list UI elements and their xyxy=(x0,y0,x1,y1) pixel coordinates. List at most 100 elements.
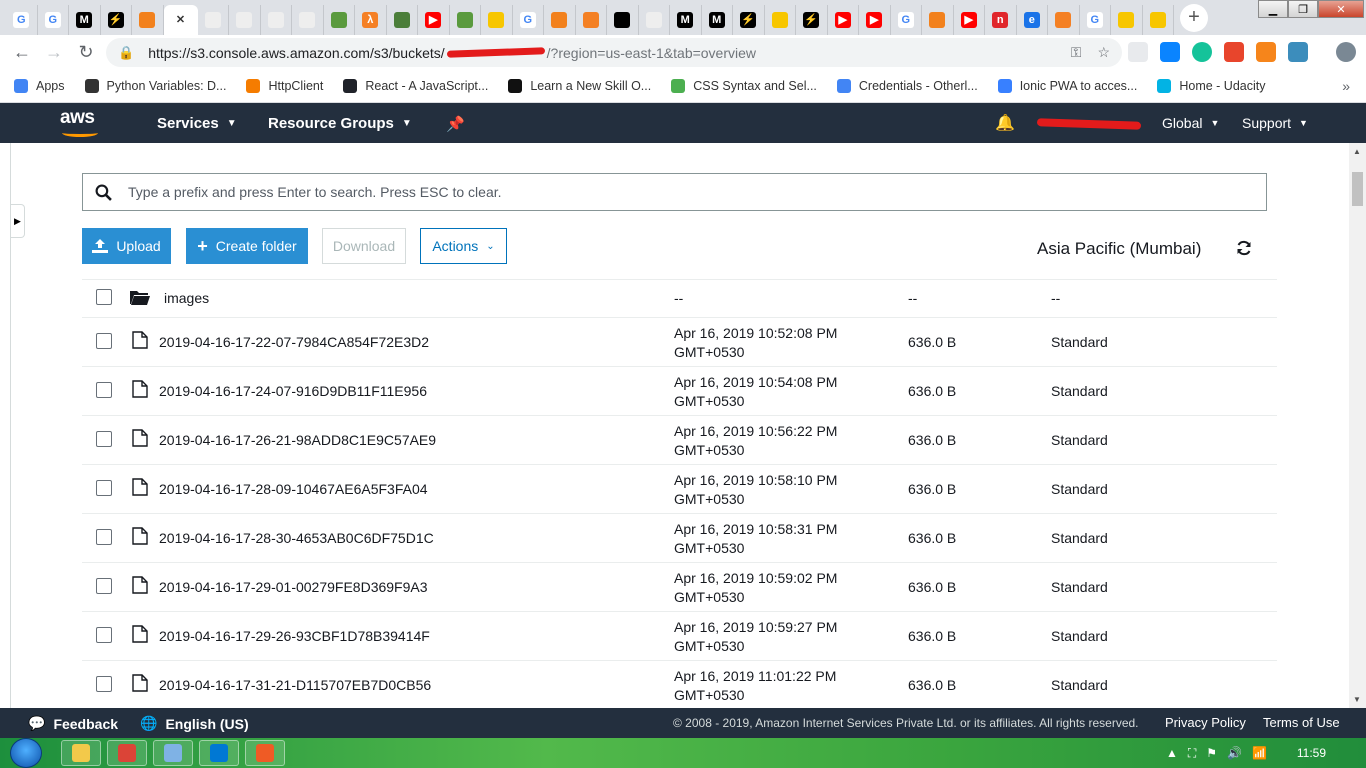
browser-tab[interactable]: G xyxy=(6,5,38,35)
browser-tab[interactable]: M xyxy=(69,5,101,35)
aws-logo[interactable]: aws xyxy=(60,107,98,137)
browser-tab[interactable]: G xyxy=(513,5,544,35)
table-row[interactable]: 2019-04-16-17-28-30-4653AB0C6DF75D1C Apr … xyxy=(82,513,1277,562)
scrollbar-thumb[interactable] xyxy=(1352,172,1363,206)
show-hidden-icons-icon[interactable]: ▲ xyxy=(1166,746,1178,760)
download-button[interactable]: Download xyxy=(322,228,406,264)
extension-icon[interactable] xyxy=(1224,42,1244,62)
browser-tab[interactable] xyxy=(450,5,481,35)
table-row[interactable]: 2019-04-16-17-31-21-D115707EB7D0CB56 Apr … xyxy=(82,660,1277,709)
address-bar[interactable]: 🔒 https://s3.console.aws.amazon.com/s3/b… xyxy=(106,38,1122,67)
table-row[interactable]: 2019-04-16-17-28-09-10467AE6A5F3FA04 Apr … xyxy=(82,464,1277,513)
object-name[interactable]: 2019-04-16-17-31-21-D115707EB7D0CB56 xyxy=(159,677,431,693)
browser-tab[interactable]: λ xyxy=(355,5,387,35)
global-region-menu[interactable]: Global ▼ xyxy=(1162,115,1219,131)
object-name[interactable]: 2019-04-16-17-22-07-7984CA854F72E3D2 xyxy=(159,334,429,350)
minimize-button[interactable]: ▁ xyxy=(1258,0,1288,18)
browser-tab[interactable] xyxy=(481,5,513,35)
browser-tab[interactable]: ▶ xyxy=(418,5,450,35)
row-checkbox[interactable] xyxy=(96,529,112,545)
object-name[interactable]: 2019-04-16-17-28-09-10467AE6A5F3FA04 xyxy=(159,481,428,497)
object-name[interactable]: 2019-04-16-17-29-01-00279FE8D369F9A3 xyxy=(159,579,428,595)
volume-icon[interactable]: 🔊 xyxy=(1227,746,1242,760)
extension-icon[interactable] xyxy=(1128,42,1148,62)
extension-icon[interactable] xyxy=(1288,42,1308,62)
browser-tab[interactable]: M xyxy=(670,5,702,35)
pin-icon[interactable]: 📌 xyxy=(446,115,465,133)
browser-tab[interactable] xyxy=(1111,5,1143,35)
reload-button[interactable]: ↻ xyxy=(70,37,102,69)
folder-name[interactable]: images xyxy=(164,290,209,306)
grammarly-icon[interactable] xyxy=(1192,42,1212,62)
table-row[interactable]: 2019-04-16-17-26-21-98ADD8C1E9C57AE9 Apr … xyxy=(82,415,1277,464)
support-menu[interactable]: Support ▼ xyxy=(1242,115,1308,131)
flag-icon[interactable]: ⚑ xyxy=(1206,746,1217,760)
bookmark-item[interactable]: Home - Udacity xyxy=(1157,79,1265,93)
browser-tab[interactable] xyxy=(292,5,324,35)
profile-avatar[interactable] xyxy=(1336,42,1356,62)
browser-tab[interactable]: n xyxy=(985,5,1017,35)
row-checkbox[interactable] xyxy=(96,627,112,643)
taskbar-app-vscode[interactable] xyxy=(199,740,239,766)
browser-tab[interactable] xyxy=(132,5,164,35)
row-checkbox[interactable] xyxy=(96,289,112,305)
browser-tab[interactable]: ▶ xyxy=(859,5,891,35)
bookmark-item[interactable]: Learn a New Skill O... xyxy=(508,79,651,93)
browser-tab[interactable] xyxy=(544,5,576,35)
account-name-redacted[interactable] xyxy=(1036,118,1142,130)
refresh-icon[interactable] xyxy=(1236,240,1252,256)
table-row[interactable]: 2019-04-16-17-24-07-916D9DB11F11E956 Apr … xyxy=(82,366,1277,415)
browser-tab[interactable]: ⚡ xyxy=(733,5,765,35)
taskbar-app-postman[interactable] xyxy=(245,740,285,766)
browser-tab[interactable] xyxy=(198,5,229,35)
extension-icon[interactable] xyxy=(1160,42,1180,62)
actions-dropdown[interactable]: Actions ⌄ xyxy=(420,228,507,264)
browser-tab[interactable] xyxy=(1143,5,1174,35)
browser-tab[interactable]: G xyxy=(1080,5,1111,35)
network-icon[interactable]: ⛶ xyxy=(1188,746,1196,761)
notification-bell-icon[interactable]: 🔔 xyxy=(995,113,1015,133)
bookmark-item[interactable]: Ionic PWA to acces... xyxy=(997,79,1137,93)
table-row-folder[interactable]: images -- -- -- xyxy=(82,279,1277,317)
taskbar-app-chrome[interactable] xyxy=(107,740,147,766)
object-name[interactable]: 2019-04-16-17-29-26-93CBF1D78B39414F xyxy=(159,628,430,644)
bookmark-item[interactable]: React - A JavaScript... xyxy=(343,79,488,93)
browser-tab[interactable]: ▶ xyxy=(954,5,985,35)
browser-tab[interactable] xyxy=(607,5,639,35)
close-tab-icon[interactable]: ✕ xyxy=(173,12,189,28)
browser-tab[interactable] xyxy=(639,5,670,35)
browser-tab[interactable]: e xyxy=(1017,5,1048,35)
row-checkbox[interactable] xyxy=(96,480,112,496)
browser-tab[interactable]: G xyxy=(891,5,922,35)
upload-button[interactable]: Upload xyxy=(82,228,171,264)
object-name[interactable]: 2019-04-16-17-28-30-4653AB0C6DF75D1C xyxy=(159,530,434,546)
bookmark-item[interactable]: Credentials - Otherl... xyxy=(836,79,978,93)
tab-active[interactable]: ✕ xyxy=(163,5,198,35)
services-menu[interactable]: Services ▼ xyxy=(157,115,237,132)
scroll-up-icon[interactable]: ▲ xyxy=(1353,147,1361,156)
language-selector[interactable]: 🌐 English (US) xyxy=(140,715,249,732)
resource-groups-menu[interactable]: Resource Groups ▼ xyxy=(268,115,412,132)
clock[interactable]: 11:59 xyxy=(1297,746,1326,760)
start-button[interactable] xyxy=(10,738,42,768)
bookmarks-overflow-icon[interactable]: » xyxy=(1342,78,1350,94)
browser-tab[interactable]: ⚡ xyxy=(796,5,828,35)
row-checkbox[interactable] xyxy=(96,333,112,349)
new-tab-button[interactable]: + xyxy=(1180,3,1208,32)
feedback-link[interactable]: 💬 Feedback xyxy=(28,715,118,732)
key-icon[interactable]: ⚿ xyxy=(1071,44,1082,61)
metamask-icon[interactable] xyxy=(1256,42,1276,62)
create-folder-button[interactable]: + Create folder xyxy=(186,228,308,264)
browser-tab[interactable] xyxy=(261,5,292,35)
close-window-button[interactable]: ✕ xyxy=(1318,0,1364,18)
back-button[interactable]: ← xyxy=(6,37,38,69)
object-name[interactable]: 2019-04-16-17-26-21-98ADD8C1E9C57AE9 xyxy=(159,432,436,448)
row-checkbox[interactable] xyxy=(96,382,112,398)
browser-tab[interactable] xyxy=(229,5,261,35)
scroll-down-icon[interactable]: ▼ xyxy=(1353,695,1361,704)
row-checkbox[interactable] xyxy=(96,578,112,594)
prefix-search-input[interactable]: Type a prefix and press Enter to search.… xyxy=(82,173,1267,211)
object-name[interactable]: 2019-04-16-17-24-07-916D9DB11F11E956 xyxy=(159,383,427,399)
taskbar-app-notepad[interactable] xyxy=(153,740,193,766)
terms-of-use-link[interactable]: Terms of Use xyxy=(1263,715,1340,730)
